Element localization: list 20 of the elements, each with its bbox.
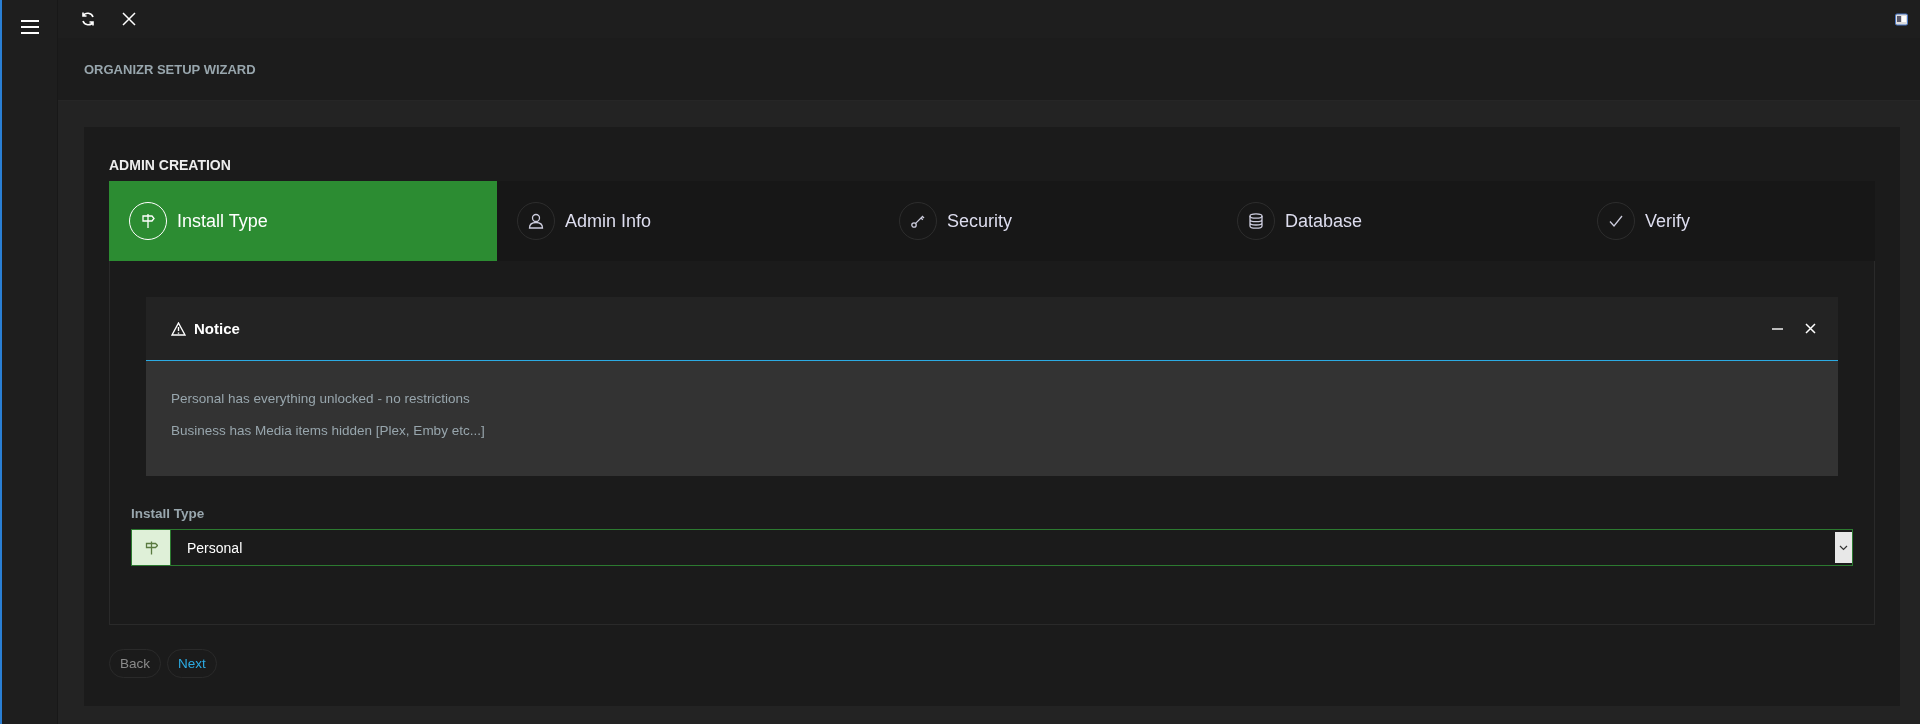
notice-text: Personal has everything unlocked - no restrictions bbox=[171, 391, 471, 406]
notice-title: Notice bbox=[194, 320, 240, 337]
caret-icon bbox=[1835, 532, 1852, 563]
wizard-step-tab[interactable]: Admin Info bbox=[497, 181, 879, 261]
install-type-select[interactable]: Personal bbox=[131, 529, 1853, 566]
wizard-step-tab[interactable]: Database bbox=[1217, 181, 1577, 261]
field-label: Install Type bbox=[131, 506, 206, 521]
signpost-icon bbox=[144, 540, 158, 555]
notice-text: Business has Media items hidden [Plex, Emby etc...] bbox=[171, 423, 486, 438]
page-title: ORGANIZR SETUP WIZARD bbox=[84, 61, 256, 77]
close-icon[interactable] bbox=[1805, 323, 1816, 334]
wizard-step-tab[interactable]: Install Type bbox=[109, 181, 497, 261]
refresh-icon[interactable] bbox=[80, 11, 96, 27]
close-icon[interactable] bbox=[122, 12, 136, 26]
section-title: ADMIN CREATION bbox=[109, 157, 232, 173]
warning-icon bbox=[171, 321, 186, 336]
wizard-step-tab[interactable]: Verify bbox=[1577, 181, 1875, 261]
menu-icon[interactable] bbox=[20, 20, 39, 34]
app-icon[interactable] bbox=[1895, 12, 1908, 26]
wizard-step-tab[interactable]: Security bbox=[879, 181, 1217, 261]
